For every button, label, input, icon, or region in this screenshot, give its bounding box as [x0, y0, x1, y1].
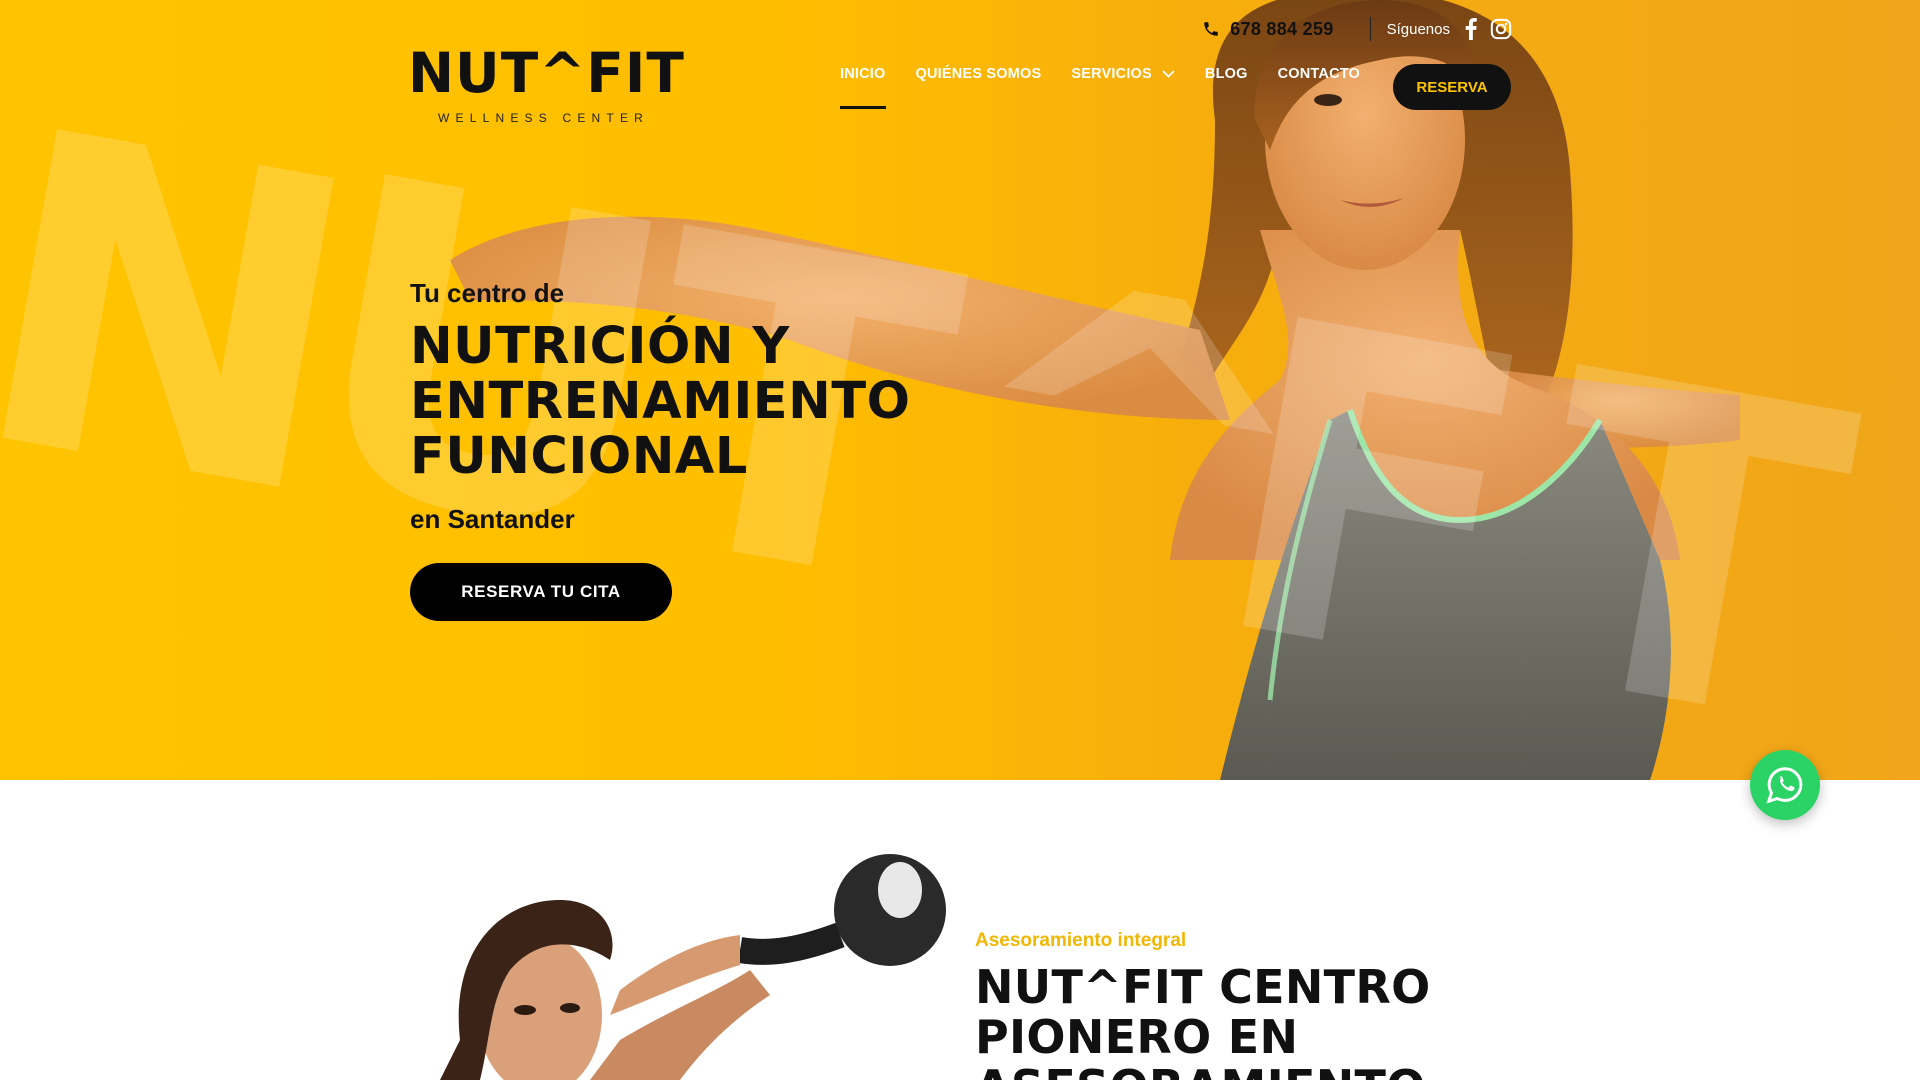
- main-nav: INICIO QUIÉNES SOMOS SERVICIOS BLOG CONT…: [840, 66, 1390, 109]
- hero-section: N U T ^ F T 678 884 259 Síguenos: [0, 0, 1920, 780]
- top-bar: 678 884 259 Síguenos: [1202, 16, 1512, 42]
- reserva-button[interactable]: RESERVA: [1393, 64, 1511, 110]
- phone-number: 678 884 259: [1230, 18, 1334, 39]
- nav-item-inicio[interactable]: INICIO: [840, 66, 886, 109]
- intro-title-line: ASESORAMIENTO: [975, 1062, 1431, 1080]
- nav-item-label: SERVICIOS: [1071, 66, 1152, 82]
- nav-item-blog[interactable]: BLOG: [1205, 66, 1248, 82]
- nav-item-label: BLOG: [1204, 66, 1248, 82]
- intro-kicker: Asesoramiento integral: [975, 930, 1187, 951]
- nav-item-label: CONTACTO: [1277, 66, 1361, 82]
- hero-text: Tu centro de NUTRICIÓN Y ENTRENAMIENTO F…: [410, 278, 910, 535]
- nav-item-servicios[interactable]: SERVICIOS: [1071, 66, 1175, 82]
- facebook-icon[interactable]: [1464, 18, 1478, 40]
- site-logo[interactable]: NUT^FIT WELLNESS CENTER: [408, 41, 685, 126]
- hero-title: NUTRICIÓN Y ENTRENAMIENTO FUNCIONAL: [410, 319, 910, 484]
- logo-tagline: WELLNESS CENTER: [438, 111, 650, 125]
- intro-title: NUT^FIT CENTRO PIONERO EN ASESORAMIENTO: [975, 962, 1431, 1080]
- chevron-down-icon: [1162, 70, 1175, 78]
- hero-title-line: ENTRENAMIENTO: [410, 372, 911, 431]
- hero-photo: [450, 0, 1740, 780]
- whatsapp-button[interactable]: [1750, 750, 1820, 820]
- social-links: [1464, 18, 1512, 40]
- phone-link[interactable]: 678 884 259: [1202, 19, 1333, 40]
- phone-icon: [1204, 22, 1218, 36]
- kettlebell-illustration: [440, 854, 946, 1080]
- nav-item-contacto[interactable]: CONTACTO: [1278, 66, 1360, 82]
- kettlebell-photo: [420, 840, 980, 1080]
- nav-item-label: QUIÉNES SOMOS: [915, 66, 1042, 82]
- intro-title-line: PIONERO EN: [975, 1010, 1299, 1064]
- topbar-divider: [1369, 17, 1371, 41]
- hero-subtitle: en Santander: [410, 504, 575, 534]
- intro-title-line: NUT^FIT CENTRO: [975, 960, 1431, 1014]
- hero-kicker: Tu centro de: [410, 278, 565, 308]
- follow-label: Síguenos: [1386, 20, 1450, 38]
- reserva-tu-cita-button[interactable]: RESERVA TU CITA: [410, 563, 672, 621]
- nav-item-quienes-somos[interactable]: QUIÉNES SOMOS: [916, 66, 1042, 82]
- intro-section-text: Asesoramiento integral NUT^FIT CENTRO PI…: [975, 930, 1431, 1080]
- hero-title-line: FUNCIONAL: [410, 427, 748, 486]
- nav-item-label: INICIO: [840, 66, 886, 82]
- logo-wordmark: NUT^FIT: [408, 41, 685, 105]
- instagram-icon[interactable]: [1490, 18, 1512, 40]
- whatsapp-icon: [1766, 767, 1803, 804]
- hero-title-line: NUTRICIÓN Y: [410, 317, 790, 376]
